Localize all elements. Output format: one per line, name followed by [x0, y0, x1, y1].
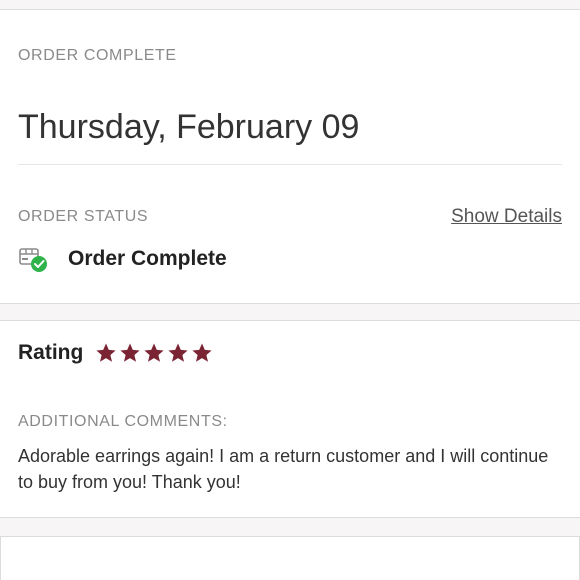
- top-spacer: [0, 0, 580, 10]
- next-card: [0, 536, 580, 580]
- order-summary-card: ORDER COMPLETE Thursday, February 09 ORD…: [0, 10, 580, 303]
- star-icon: [120, 343, 140, 362]
- order-status-eyebrow: ORDER STATUS: [18, 208, 149, 225]
- rating-row: Rating: [18, 341, 215, 365]
- review-comment: Adorable earrings again! I am a return c…: [18, 446, 549, 492]
- star-icon: [192, 343, 212, 362]
- star-icon: [168, 343, 188, 362]
- package-check-icon: [18, 244, 50, 274]
- show-details-link[interactable]: Show Details: [451, 206, 562, 228]
- order-eyebrow: ORDER COMPLETE: [18, 47, 177, 64]
- rating-label: Rating: [18, 341, 84, 364]
- star-icon: [96, 343, 116, 362]
- section-divider: [18, 164, 562, 165]
- order-date: Thursday, February 09: [18, 108, 360, 146]
- star-icon: [144, 343, 164, 362]
- order-status-label: Order Complete: [68, 247, 227, 270]
- star-rating: [95, 342, 215, 364]
- rating-card: Rating ADDITIONAL COMMENTS: Adorable ear…: [0, 321, 580, 517]
- order-status-row: Order Complete: [18, 244, 227, 274]
- section-gap: [0, 303, 580, 321]
- comments-eyebrow: ADDITIONAL COMMENTS:: [18, 413, 228, 430]
